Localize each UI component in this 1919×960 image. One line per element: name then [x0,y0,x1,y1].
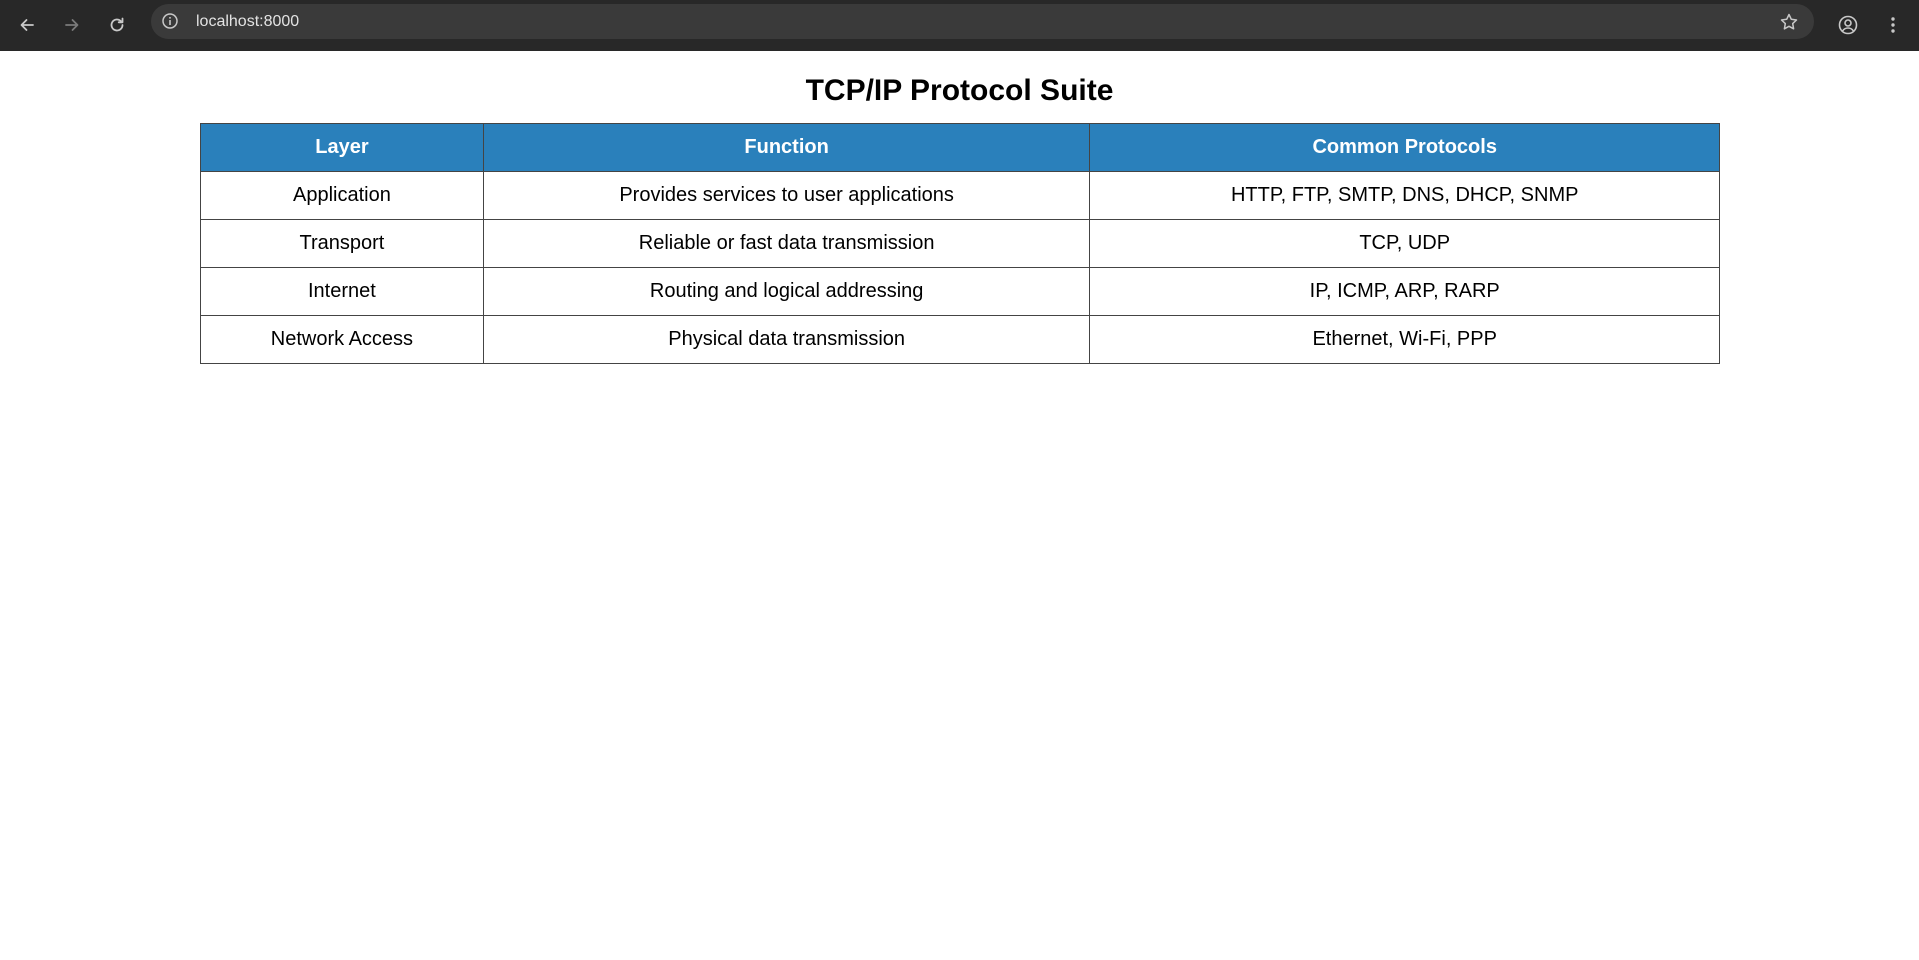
forward-icon [65,19,79,31]
column-header-protocols: Common Protocols [1089,123,1720,172]
reload-icon [110,17,124,32]
function-cell: Routing and logical addressing [482,267,1091,316]
page-title: TCP/IP Protocol Suite [805,74,1114,107]
table-row: Internet Routing and logical addressing … [200,267,1720,316]
layer-cell: Network Access [200,315,484,364]
table-row: Network Access Physical data transmissio… [200,315,1720,364]
bookmark-button[interactable] [1778,11,1800,33]
function-cell: Physical data transmission [482,315,1091,364]
menu-button[interactable] [1876,8,1910,42]
forward-button[interactable] [55,8,89,42]
site-info-icon [162,13,178,29]
site-info-button[interactable] [160,11,180,31]
reload-button[interactable] [100,8,134,42]
protocols-cell: Ethernet, Wi-Fi, PPP [1089,315,1720,364]
menu-icon [1891,17,1895,33]
layer-cell: Application [200,171,484,220]
protocols-cell: IP, ICMP, ARP, RARP [1089,267,1720,316]
table-header-row: Layer Function Common Protocols [200,123,1720,172]
column-header-function: Function [482,123,1091,172]
protocols-cell: HTTP, FTP, SMTP, DNS, DHCP, SNMP [1089,171,1720,220]
function-cell: Provides services to user applications [482,171,1091,220]
page-content: TCP/IP Protocol Suite Layer Function Com… [0,51,1919,960]
profile-button[interactable] [1831,8,1865,42]
bookmark-star-icon [1780,13,1798,30]
back-button[interactable] [10,8,44,42]
layer-cell: Internet [200,267,484,316]
profile-icon [1838,15,1858,35]
protocols-cell: TCP, UDP [1089,219,1720,268]
column-header-layer: Layer [200,123,484,172]
table-row: Application Provides services to user ap… [200,171,1720,220]
protocol-table: Layer Function Common Protocols Applicat… [200,123,1720,364]
address-bar[interactable]: localhost:8000 [151,4,1814,39]
url-text[interactable]: localhost:8000 [196,4,299,39]
browser-toolbar: localhost:8000 [0,0,1919,51]
layer-cell: Transport [200,219,484,268]
table-row: Transport Reliable or fast data transmis… [200,219,1720,268]
function-cell: Reliable or fast data transmission [482,219,1091,268]
back-icon [20,19,34,31]
